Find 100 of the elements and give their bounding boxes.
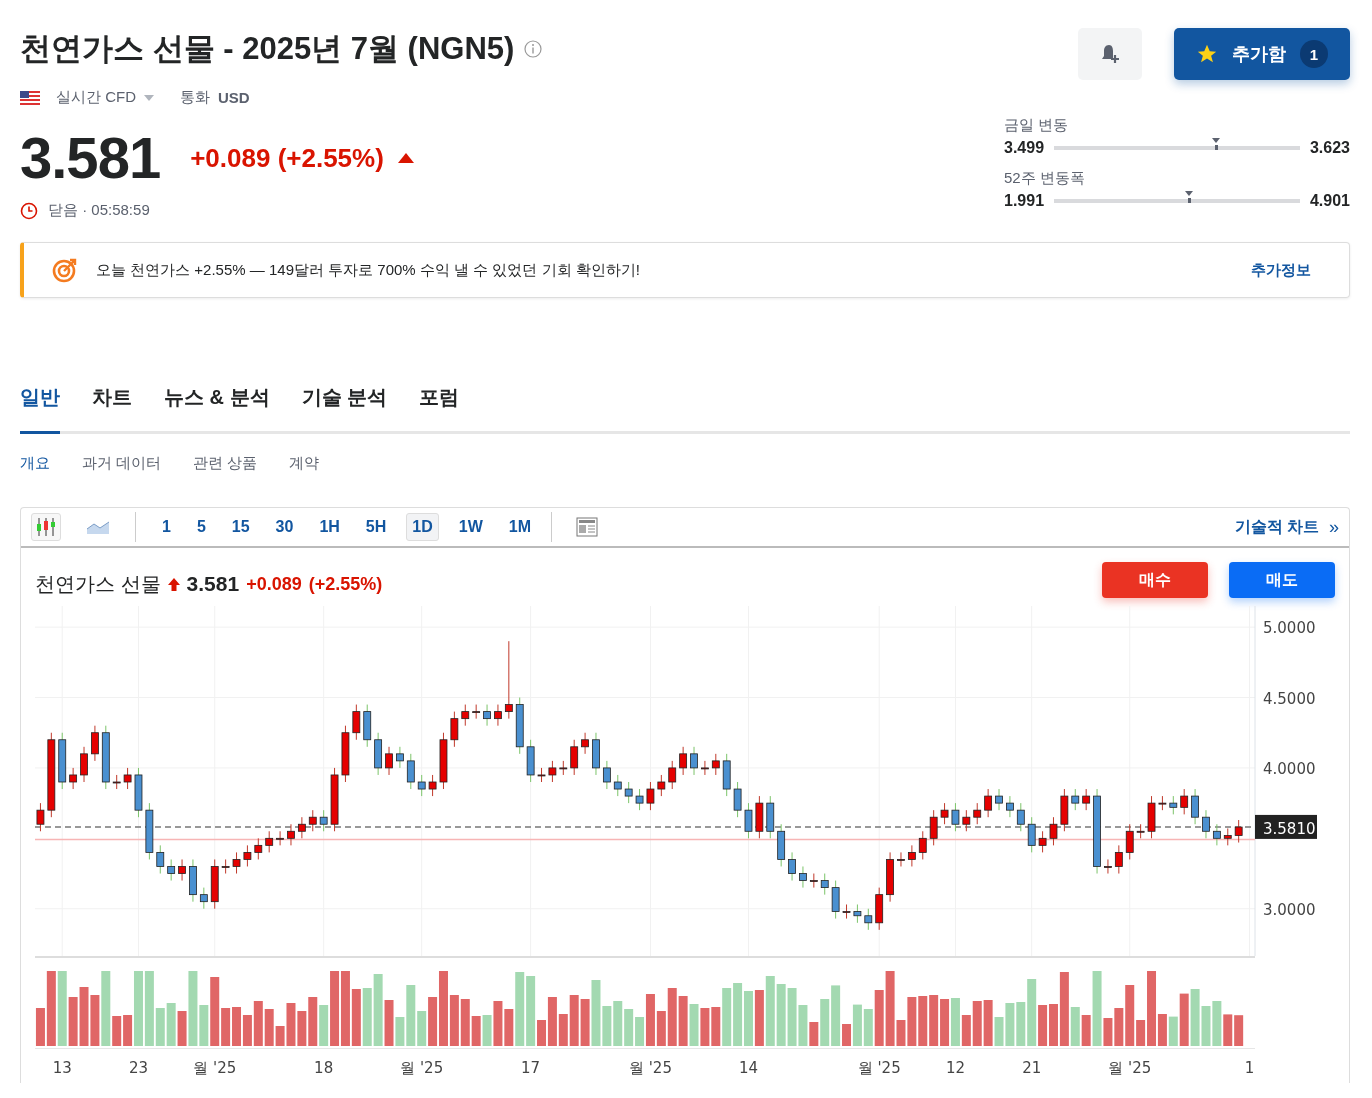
page-title: 천연가스 선물 - 2025년 7월 (NGN5): [20, 30, 515, 68]
candlestick: [483, 704, 491, 727]
promo-text: 오늘 천연가스 +2.55% — 149달러 투자로 700% 수익 낼 수 있었던 기회 확인하기!: [96, 260, 641, 280]
more-info-link[interactable]: 추가정보: [1251, 260, 1311, 280]
nav-tab[interactable]: 차트: [92, 384, 132, 434]
x-axis-label: 1: [1244, 1059, 1255, 1077]
candlestick: [1071, 788, 1080, 811]
candlestick: [69, 767, 78, 790]
x-axis-label: 월 '25: [628, 1059, 672, 1077]
candlestick: [581, 732, 589, 755]
sub-tab[interactable]: 과거 데이터: [82, 454, 162, 473]
candlestick: [178, 858, 186, 882]
candlestick: [1180, 788, 1189, 815]
watchlist-button[interactable]: 추가함 1: [1174, 28, 1350, 80]
chart-change: +0.089: [246, 573, 302, 595]
y-axis-label: 5.0000: [1263, 619, 1316, 638]
candlestick: [907, 844, 916, 867]
candlestick: [570, 739, 579, 776]
candlestick: [897, 851, 905, 867]
candlestick: [668, 760, 677, 790]
candlestick: [123, 767, 132, 790]
range-low: 3.499: [1004, 139, 1045, 157]
candlestick: [646, 781, 655, 811]
candlestick: [1191, 788, 1199, 825]
candlestick: [657, 774, 666, 797]
up-triangle-icon: [397, 153, 414, 163]
candlestick: [842, 904, 851, 920]
candlestick: [461, 704, 470, 727]
candlestick: [297, 816, 306, 839]
candlestick: [864, 908, 873, 931]
candlestick: [254, 837, 263, 860]
market-dropdown[interactable]: 실시간 CFD: [56, 88, 154, 107]
candlestick: [156, 844, 165, 875]
star-icon: [1196, 43, 1218, 65]
candlestick: [548, 760, 557, 783]
candlestick: [1234, 819, 1243, 844]
buy-button[interactable]: 매수: [1102, 562, 1208, 598]
sub-tab[interactable]: 계약: [289, 454, 320, 473]
candlestick: [80, 746, 88, 783]
sub-tab[interactable]: 개요: [20, 454, 50, 473]
candlestick: [1114, 844, 1123, 875]
candlestick: [962, 809, 971, 832]
interval-button[interactable]: 30: [269, 513, 300, 541]
interval-button[interactable]: 1M: [502, 513, 537, 541]
range-low: 1.991: [1004, 192, 1045, 210]
alert-button[interactable]: [1078, 28, 1142, 80]
interval-button[interactable]: 5: [190, 513, 212, 541]
candlestick: [167, 858, 176, 882]
candlestick: [494, 704, 502, 727]
interval-button[interactable]: 15: [225, 513, 256, 541]
candlestick: [788, 851, 796, 882]
currency-value: USD: [218, 89, 250, 106]
candlestick: [799, 865, 807, 889]
target-icon: [52, 257, 78, 283]
interval-button[interactable]: 1: [156, 513, 177, 541]
candlestick: [701, 760, 709, 776]
candlestick: [319, 809, 328, 832]
candlestick: [243, 844, 252, 867]
interval-button[interactable]: 1D: [406, 513, 439, 541]
candlestick: [973, 802, 982, 825]
candlestick: [635, 788, 644, 811]
nav-tab[interactable]: 뉴스 & 분석: [164, 384, 270, 434]
candlestick: [1212, 823, 1221, 846]
x-axis-label: 17: [521, 1059, 541, 1077]
nav-tab[interactable]: 일반: [20, 384, 60, 434]
interval-button[interactable]: 1H: [313, 513, 346, 541]
currency-label: 통화: [180, 88, 210, 107]
up-arrow-icon: [167, 577, 180, 591]
market-status: 닫음 · 05:58:59: [48, 201, 150, 220]
candlestick: [1104, 858, 1112, 875]
info-icon[interactable]: [524, 40, 543, 58]
chevron-icon[interactable]: »: [1329, 516, 1339, 538]
candlestick: [1016, 802, 1025, 832]
chart-percent: (+2.55%): [308, 573, 383, 595]
x-axis-label: 월 '25: [857, 1059, 901, 1077]
interval-button[interactable]: 1W: [452, 513, 489, 541]
x-axis-label: 23: [128, 1059, 149, 1077]
caret-icon[interactable]: [144, 94, 154, 101]
interval-button[interactable]: 5H: [359, 513, 393, 541]
candlestick: [396, 746, 404, 769]
candlestick: [1082, 788, 1091, 811]
candlestick: [995, 788, 1003, 811]
candlestick: [853, 904, 862, 924]
candlestick: [940, 802, 949, 825]
nav-tab[interactable]: 포럼: [419, 384, 460, 434]
candlestick: [679, 746, 688, 776]
candlestick: [613, 774, 622, 797]
sub-tab[interactable]: 관련 상품: [193, 454, 258, 473]
count-badge: 1: [1300, 40, 1328, 68]
candlestick: [820, 873, 829, 896]
sell-button[interactable]: 매도: [1229, 562, 1335, 598]
candlestick-icon[interactable]: [31, 513, 61, 541]
last-price: 3.581: [20, 129, 161, 187]
candlestick: [602, 760, 611, 790]
nav-tab[interactable]: 기술 분석: [301, 384, 388, 434]
candlestick: [221, 858, 230, 875]
candlestick: [417, 774, 426, 797]
candlestick: [232, 851, 241, 875]
technical-chart-link[interactable]: 기술적 차트: [1234, 516, 1319, 538]
candlestick: [199, 887, 208, 910]
